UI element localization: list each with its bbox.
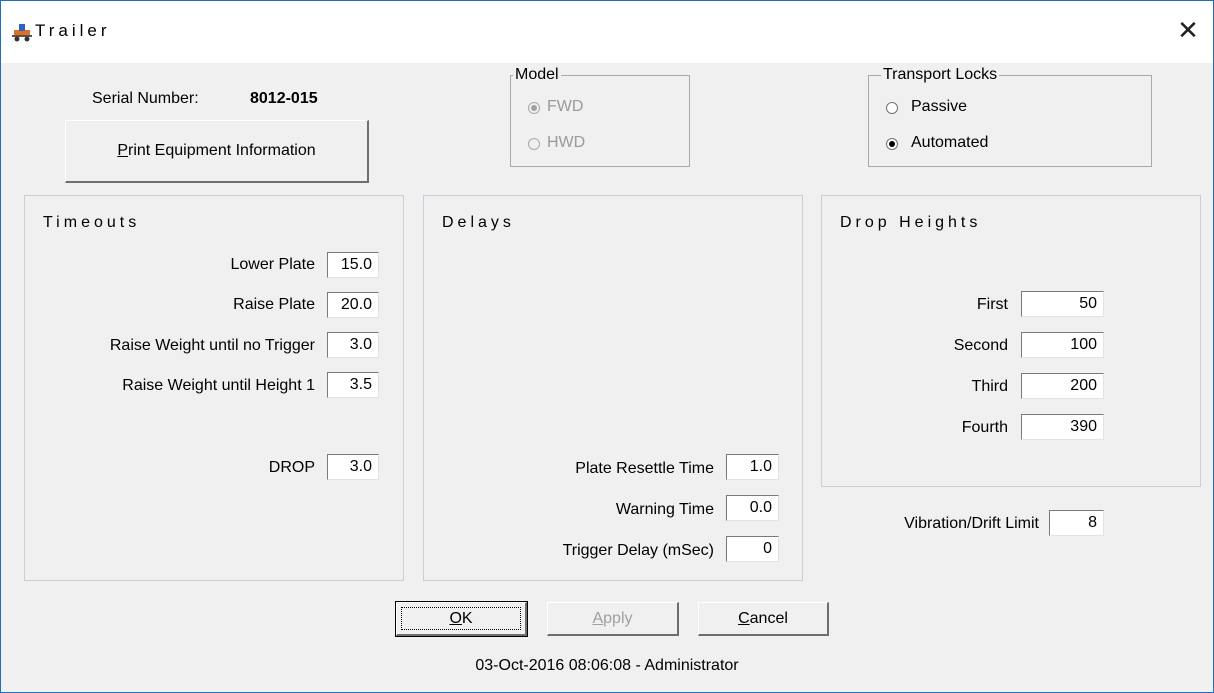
serial-number-label: Serial Number: (92, 90, 199, 107)
trailer-icon (12, 24, 32, 42)
vibration-drift-label: Vibration/Drift Limit (904, 515, 1039, 532)
warning-time-label: Warning Time (615, 501, 714, 518)
timeouts-title: Timeouts (43, 214, 141, 231)
transport-passive-radio[interactable] (886, 102, 898, 114)
apply-button[interactable]: Apply (547, 602, 679, 636)
ok-button[interactable]: OK (395, 601, 528, 637)
vibration-drift-input[interactable]: 8 (1049, 510, 1104, 536)
drop-fourth-input[interactable]: 390 (1021, 414, 1104, 440)
model-fwd-label: FWD (547, 98, 584, 115)
plate-resettle-time-input[interactable]: 1.0 (726, 454, 779, 480)
drop-heights-title: Drop Heights (840, 214, 982, 231)
drop-label: DROP (268, 459, 315, 476)
transport-locks-group: Transport Locks Passive Automated (868, 66, 1152, 167)
cancel-label: ancel (749, 610, 788, 627)
apply-accelerator: A (592, 610, 604, 627)
drop-fourth-label: Fourth (961, 419, 1008, 436)
model-hwd-radio[interactable] (528, 138, 540, 150)
close-icon[interactable]: ✕ (1171, 15, 1205, 45)
delays-title: Delays (442, 214, 515, 231)
model-fwd-radio[interactable] (528, 102, 540, 114)
serial-number-value: 8012-015 (250, 90, 318, 107)
transport-locks-legend: Transport Locks (881, 66, 1000, 84)
transport-automated-radio[interactable] (886, 138, 898, 150)
drop-third-input[interactable]: 200 (1021, 373, 1104, 399)
delays-panel: Delays (423, 195, 803, 581)
transport-passive-label: Passive (911, 98, 968, 115)
trigger-delay-label: Trigger Delay (mSec) (562, 542, 714, 559)
drop-heights-panel: Drop Heights (821, 195, 1201, 487)
print-equipment-info-button[interactable]: Print Equipment Information (65, 120, 369, 183)
title-bar: Trailer ✕ (1, 1, 1213, 63)
drop-third-label: Third (971, 378, 1008, 395)
raise-weight-no-trigger-input[interactable]: 3.0 (327, 332, 379, 358)
drop-second-input[interactable]: 100 (1021, 332, 1104, 358)
model-legend: Model (513, 66, 561, 84)
lower-plate-label: Lower Plate (230, 256, 316, 273)
plate-resettle-time-label: Plate Resettle Time (575, 460, 714, 477)
print-button-accelerator: P (117, 142, 128, 159)
drop-input[interactable]: 3.0 (327, 454, 379, 480)
print-button-label: rint Equipment Information (128, 142, 316, 159)
trailer-dialog: Trailer ✕ Serial Number: 8012-015 Print … (0, 0, 1214, 693)
drop-first-label: First (976, 296, 1008, 313)
status-text: 03-Oct-2016 08:06:08 - Administrator (475, 657, 739, 674)
cancel-button[interactable]: Cancel (698, 602, 829, 636)
raise-weight-no-trigger-label: Raise Weight until no Trigger (109, 337, 315, 354)
model-hwd-label: HWD (547, 134, 586, 151)
raise-plate-label: Raise Plate (233, 296, 315, 313)
raise-weight-height1-label: Raise Weight until Height 1 (122, 377, 315, 394)
drop-second-label: Second (953, 337, 1008, 354)
apply-label: pply (603, 610, 633, 627)
transport-automated-label: Automated (911, 134, 989, 151)
raise-weight-height1-input[interactable]: 3.5 (327, 372, 379, 398)
drop-first-input[interactable]: 50 (1021, 291, 1104, 317)
cancel-accelerator: C (738, 610, 750, 627)
trigger-delay-input[interactable]: 0 (726, 536, 779, 562)
window-title: Trailer (35, 21, 111, 40)
warning-time-input[interactable]: 0.0 (726, 495, 779, 521)
raise-plate-input[interactable]: 20.0 (327, 292, 379, 318)
model-group: Model FWD HWD (510, 66, 690, 167)
lower-plate-input[interactable]: 15.0 (327, 252, 379, 278)
